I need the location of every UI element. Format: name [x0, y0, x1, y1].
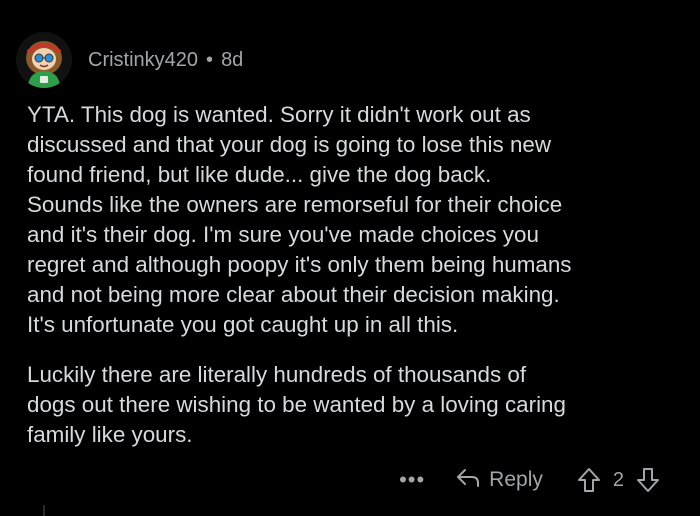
- comment-line: It's unfortunate you got caught up in al…: [27, 312, 459, 337]
- vote-controls: 2: [577, 467, 660, 493]
- comment-line: and not being more clear about their dec…: [27, 282, 560, 307]
- reply-arrow-icon: [455, 467, 481, 494]
- reply-button[interactable]: Reply: [455, 467, 543, 494]
- comment: Cristinky420 • 8d YTA. This dog is wante…: [0, 0, 700, 516]
- user-avatar[interactable]: [16, 32, 72, 88]
- comment-age: 8d: [221, 48, 244, 71]
- comment-body: YTA. This dog is wanted. Sorry it didn't…: [27, 100, 687, 470]
- comment-line: and it's their dog. I'm sure you've made…: [27, 222, 539, 247]
- more-options-button[interactable]: •••: [399, 467, 425, 493]
- comment-paragraph: Luckily there are literally hundreds of …: [27, 360, 687, 450]
- username[interactable]: Cristinky420: [88, 49, 198, 72]
- comment-line: dogs out there wishing to be wanted by a…: [27, 392, 566, 417]
- thread-line: [43, 505, 45, 516]
- comment-paragraph: YTA. This dog is wanted. Sorry it didn't…: [27, 100, 687, 340]
- comment-line: Sounds like the owners are remorseful fo…: [27, 192, 563, 217]
- comment-line: found friend, but like dude... give the …: [27, 162, 492, 187]
- upvote-arrow-icon[interactable]: [577, 467, 601, 493]
- comment-line: regret and although poopy it's only them…: [27, 252, 572, 277]
- downvote-arrow-icon[interactable]: [636, 467, 660, 493]
- comment-line: family like yours.: [27, 422, 193, 447]
- comment-line: discussed and that your dog is going to …: [27, 132, 552, 157]
- avatar-image: [16, 32, 72, 88]
- comment-header: Cristinky420 • 8d: [16, 30, 243, 90]
- comment-line: YTA. This dog is wanted. Sorry it didn't…: [27, 102, 531, 127]
- reply-label: Reply: [489, 468, 543, 491]
- vote-score: 2: [612, 468, 624, 491]
- meta-separator: •: [206, 48, 214, 71]
- comment-line: Luckily there are literally hundreds of …: [27, 362, 527, 387]
- comment-actions: ••• Reply 2: [399, 460, 660, 500]
